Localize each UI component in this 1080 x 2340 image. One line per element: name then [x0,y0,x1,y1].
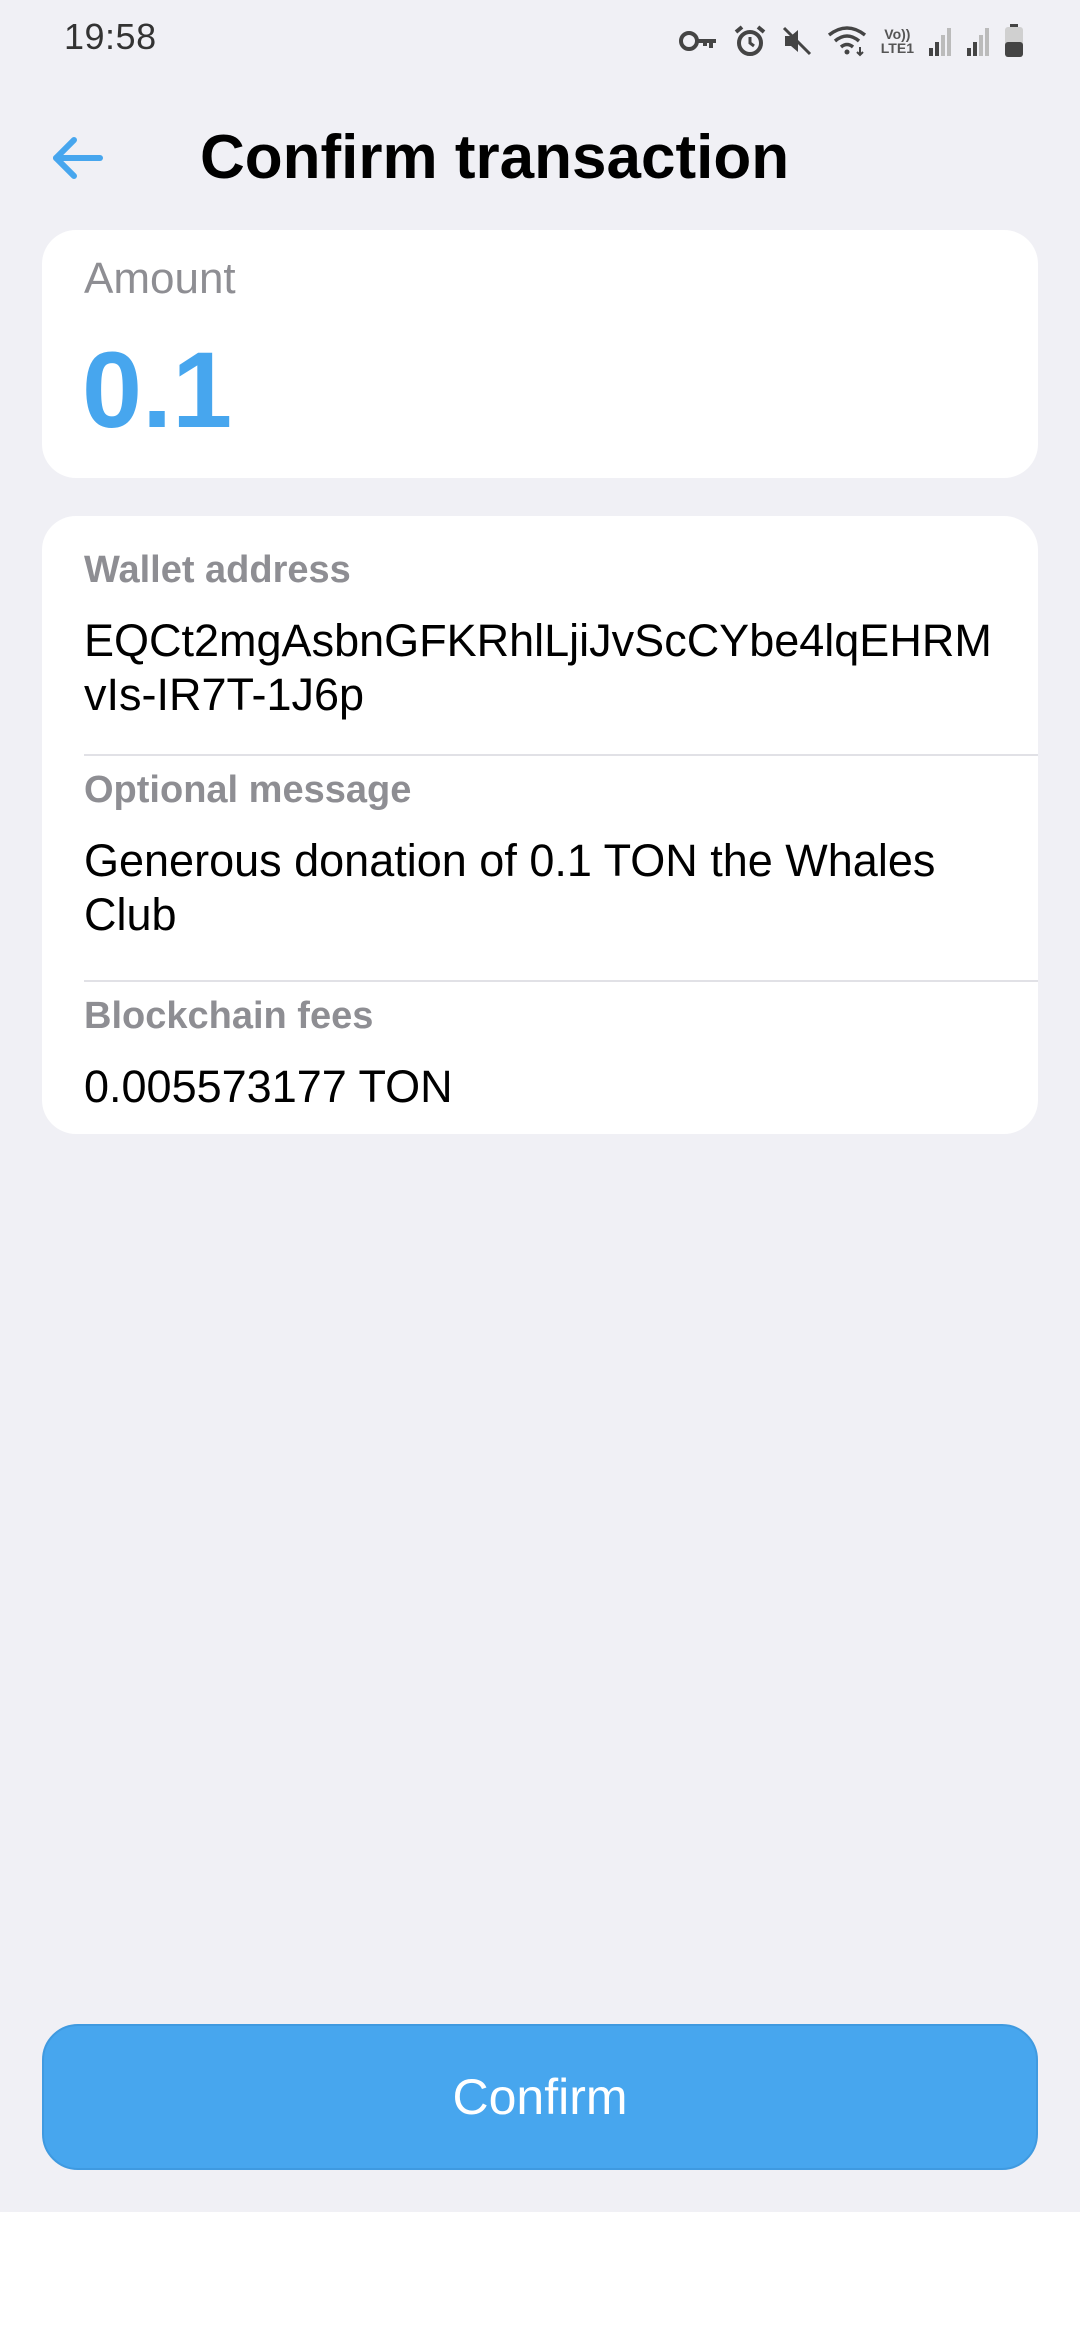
signal-icon [966,26,990,56]
header: Confirm transaction [0,100,1080,212]
amount-card: Amount 0.1 [42,230,1038,478]
back-button[interactable] [36,120,116,200]
volte-icon: Vo)) LTE1 [880,26,914,56]
status-time: 19:58 [64,16,157,57]
blockchain-fees-value: 0.005573177 TON [84,1061,453,1112]
app-screen: 19:58 Vo)) LTE1 Confirm transaction Amou… [0,0,1080,2212]
battery-icon [1004,24,1024,58]
mute-icon [781,25,813,57]
optional-message-value: Generous donation of 0.1 TON the Whales … [84,835,936,940]
details-card: Wallet address EQCt2mgAsbnGFKRhlLjiJvScC… [42,516,1038,1134]
alarm-icon [733,24,767,58]
page-title: Confirm transaction [200,123,790,192]
optional-message-row: Optional message Generous donation of 0.… [84,756,1038,982]
blockchain-fees-label: Blockchain fees [84,995,374,1037]
confirm-button[interactable]: Confirm [42,2024,1038,2170]
status-icons: Vo)) LTE1 [678,20,1024,62]
blockchain-fees-row: Blockchain fees 0.005573177 TON [84,982,1038,1134]
vpn-key-icon [678,26,719,56]
amount-label: Amount [84,254,236,303]
signal-icon [928,26,952,56]
wallet-address-value: EQCt2mgAsbnGFKRhlLjiJvScCYbe4lqEHRMvIs-I… [84,615,992,720]
wallet-address-row: Wallet address EQCt2mgAsbnGFKRhlLjiJvScC… [84,538,1038,756]
optional-message-label: Optional message [84,769,412,811]
wifi-icon [827,25,867,57]
arrow-left-icon [48,134,104,187]
status-bar: 19:58 Vo)) LTE1 [0,0,1080,80]
wallet-address-label: Wallet address [84,549,351,591]
amount-value: 0.1 [82,329,233,450]
